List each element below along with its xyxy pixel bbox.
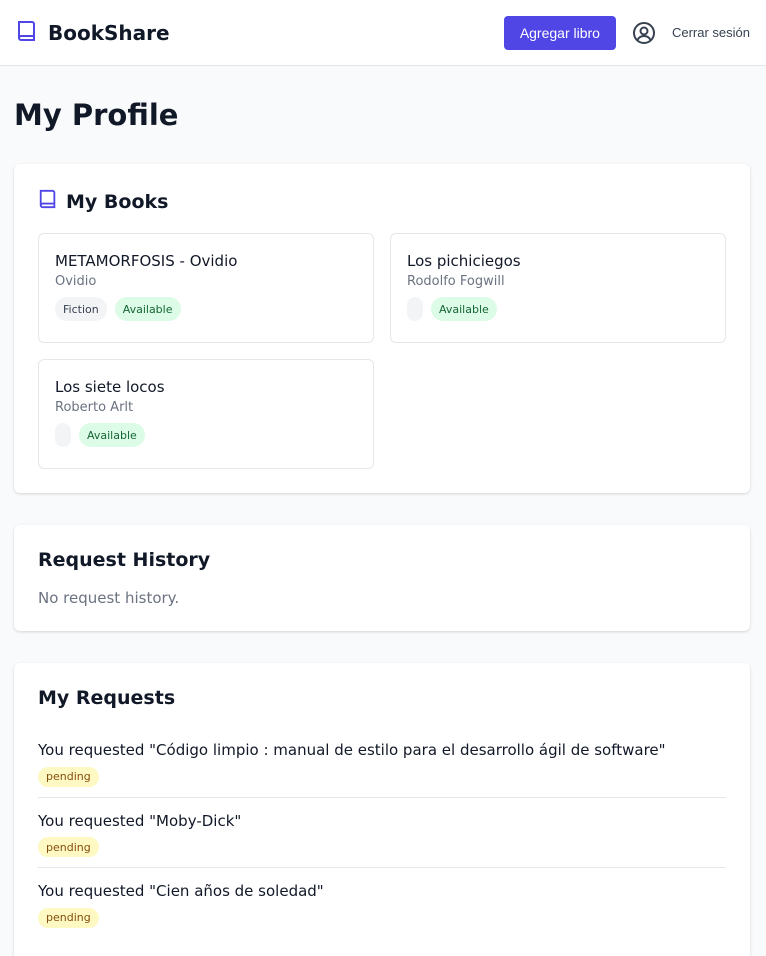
empty-history-message: No request history. xyxy=(38,589,180,607)
my-requests-card: My Requests You requested "Código limpio… xyxy=(14,663,750,956)
genre-badge xyxy=(55,423,71,447)
request-text: You requested "Cien años de soledad" xyxy=(38,882,324,900)
status-badge: pending xyxy=(38,766,99,787)
books-grid: METAMORFOSIS - Ovidio Ovidio Fiction Ava… xyxy=(38,233,726,469)
my-requests-title: My Requests xyxy=(38,687,176,709)
my-books-header: My Books xyxy=(38,188,726,215)
add-book-button[interactable]: Agregar libro xyxy=(503,15,616,50)
brand[interactable]: BookShare xyxy=(16,19,170,47)
book-title: Los siete locos xyxy=(55,378,165,396)
book-author: Rodolfo Fogwill xyxy=(407,274,505,289)
navbar: BookShare Agregar libro Cerrar sesión xyxy=(0,0,766,66)
brand-name: BookShare xyxy=(48,20,170,45)
request-history-card: Request History No request history. xyxy=(14,525,750,631)
book-tags: Fiction Available xyxy=(55,297,357,321)
request-text: You requested "Moby-Dick" xyxy=(38,811,242,830)
request-item: You requested "Cien años de soledad" pen… xyxy=(38,868,726,938)
page-title: My Profile xyxy=(14,98,179,132)
request-item: You requested "Moby-Dick" pending xyxy=(38,798,726,868)
user-circle-icon[interactable] xyxy=(632,21,656,45)
request-text: You requested "Código limpio : manual de… xyxy=(38,741,666,759)
book-icon xyxy=(16,19,38,47)
genre-badge xyxy=(407,297,423,321)
my-books-card: My Books METAMORFOSIS - Ovidio Ovidio Fi… xyxy=(14,164,750,493)
genre-badge: Fiction xyxy=(55,297,107,321)
my-books-title: My Books xyxy=(66,190,169,213)
status-badge: pending xyxy=(38,907,99,928)
book-author: Roberto Arlt xyxy=(55,400,134,415)
book-title: METAMORFOSIS - Ovidio xyxy=(55,252,238,270)
main-content: My Profile My Books METAMORFOSIS - Ovidi… xyxy=(0,66,766,956)
book-card[interactable]: Los siete locos Roberto Arlt Available xyxy=(38,359,374,469)
book-card[interactable]: METAMORFOSIS - Ovidio Ovidio Fiction Ava… xyxy=(38,233,374,343)
book-author: Ovidio xyxy=(55,274,97,289)
nav-actions: Agregar libro Cerrar sesión xyxy=(503,15,750,50)
status-badge: pending xyxy=(38,837,99,857)
book-card[interactable]: Los pichiciegos Rodolfo Fogwill Availabl… xyxy=(390,233,726,343)
request-history-title: Request History xyxy=(38,549,211,571)
book-title: Los pichiciegos xyxy=(407,252,521,270)
request-item: You requested "Código limpio : manual de… xyxy=(38,727,726,798)
logout-link[interactable]: Cerrar sesión xyxy=(672,25,750,40)
status-badge: Available xyxy=(431,297,497,321)
book-icon xyxy=(38,188,58,215)
book-tags: Available xyxy=(407,297,709,321)
book-tags: Available xyxy=(55,423,357,447)
status-badge: Available xyxy=(79,423,145,447)
status-badge: Available xyxy=(114,297,181,321)
